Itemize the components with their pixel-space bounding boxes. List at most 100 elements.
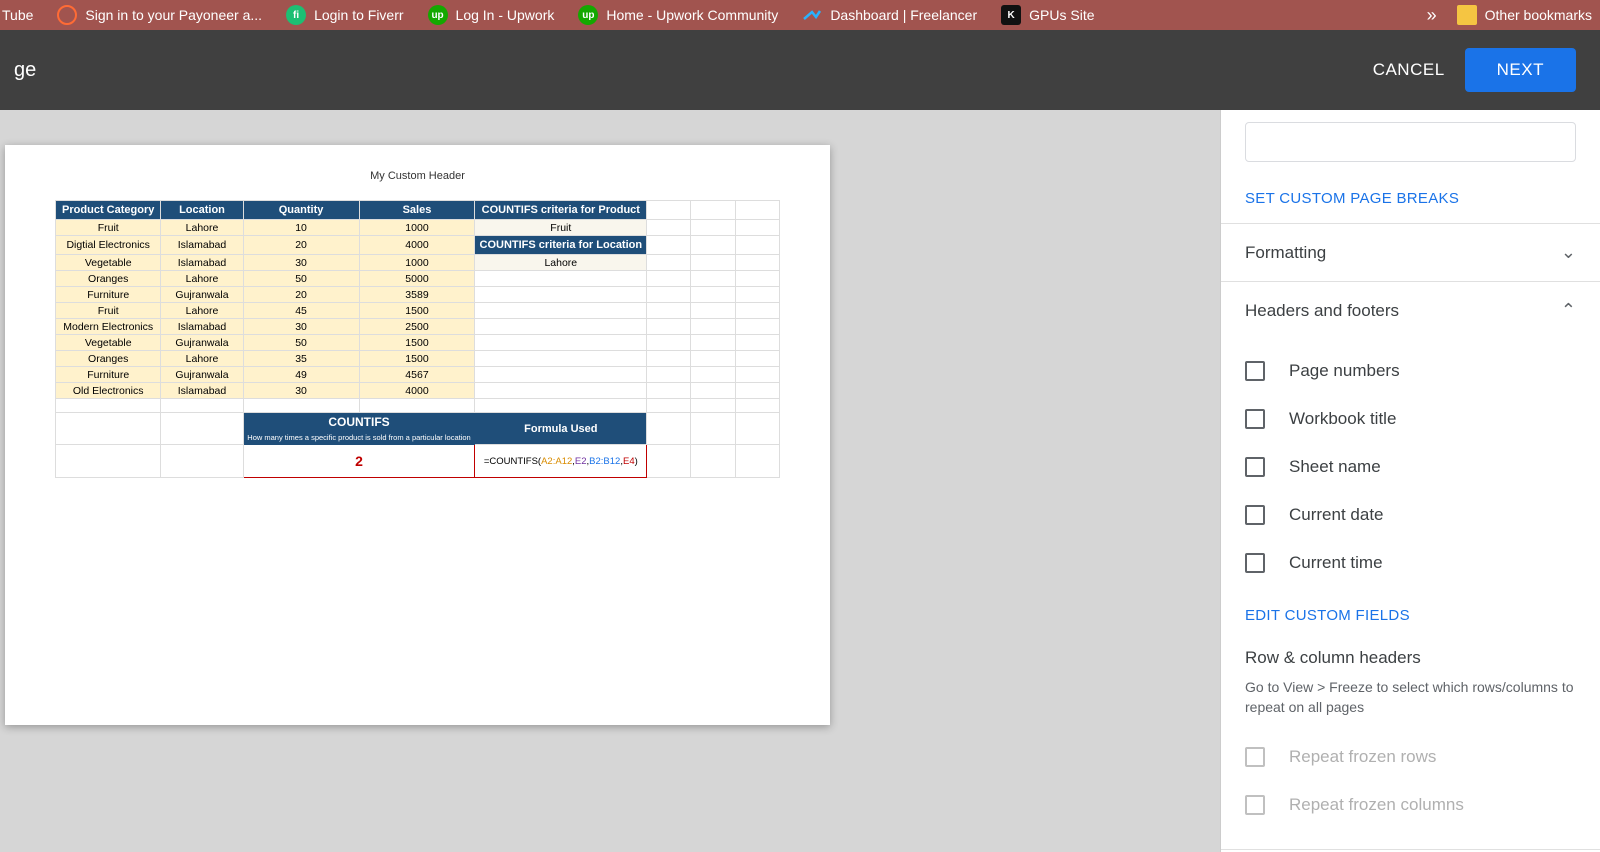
cell: 50 <box>243 335 359 351</box>
checkbox-label: Repeat frozen rows <box>1289 747 1436 767</box>
cell: Oranges <box>56 351 161 367</box>
checkbox-current-date[interactable]: Current date <box>1245 491 1576 539</box>
cell: 45 <box>243 303 359 319</box>
cell: 50 <box>243 271 359 287</box>
table-row: Old ElectronicsIslamabad304000 <box>56 383 780 399</box>
col-header: Product Category <box>56 201 161 220</box>
cell: 4000 <box>359 383 475 399</box>
checkbox-label: Page numbers <box>1289 361 1400 381</box>
cell: 1500 <box>359 351 475 367</box>
row-col-headers-title: Row & column headers <box>1245 648 1576 668</box>
countifs-title: COUNTIFS <box>244 413 475 431</box>
checkbox-label: Current date <box>1289 505 1384 525</box>
cell: Oranges <box>56 271 161 287</box>
main-area: My Custom Header Product Category Locati… <box>0 110 1600 852</box>
checkbox-current-time[interactable]: Current time <box>1245 539 1576 587</box>
countifs-header-row: COUNTIFS How many times a specific produ… <box>56 413 780 445</box>
col-header: Location <box>161 201 243 220</box>
formula-used-header: Formula Used <box>475 413 647 445</box>
chevron-down-icon: ⌄ <box>1561 242 1576 263</box>
checkbox-label: Workbook title <box>1289 409 1396 429</box>
cell: Furniture <box>56 287 161 303</box>
next-button[interactable]: NEXT <box>1465 48 1576 92</box>
page-preview: My Custom Header Product Category Locati… <box>5 145 830 725</box>
headers-footers-section-header[interactable]: Headers and footers ⌃ <box>1221 282 1600 339</box>
table-row: Modern ElectronicsIslamabad302500 <box>56 319 780 335</box>
formula-cell: =COUNTIFS(A2:A12,E2,B2:B12,E4) <box>475 445 647 478</box>
col-header: Quantity <box>243 201 359 220</box>
freelancer-icon <box>802 5 822 25</box>
cell: 2500 <box>359 319 475 335</box>
edit-custom-fields-link[interactable]: EDIT CUSTOM FIELDS <box>1245 587 1576 632</box>
checkbox-sheet-name[interactable]: Sheet name <box>1245 443 1576 491</box>
bookmark-other[interactable]: Other bookmarks <box>1457 5 1592 25</box>
countifs-subtitle: How many times a specific product is sol… <box>244 431 475 444</box>
upwork-icon: up <box>428 5 448 25</box>
checkbox-icon <box>1245 747 1265 767</box>
toolbar-actions: CANCEL NEXT <box>1373 48 1576 92</box>
bookmark-upwork-community[interactable]: up Home - Upwork Community <box>578 5 778 25</box>
bookmark-overflow-icon[interactable]: » <box>1427 5 1437 26</box>
formula-row: 2 =COUNTIFS(A2:A12,E2,B2:B12,E4) <box>56 445 780 478</box>
settings-input[interactable] <box>1245 122 1576 162</box>
bookmark-label: Dashboard | Freelancer <box>830 7 977 23</box>
set-page-breaks-link[interactable]: SET CUSTOM PAGE BREAKS <box>1221 174 1600 223</box>
checkbox-icon <box>1245 361 1265 381</box>
table-row: Digtial Electronics Islamabad 20 4000 CO… <box>56 236 780 255</box>
cell: Islamabad <box>161 383 243 399</box>
table-header-row: Product Category Location Quantity Sales… <box>56 201 780 220</box>
cell: 4567 <box>359 367 475 383</box>
bookmark-upwork-login[interactable]: up Log In - Upwork <box>428 5 555 25</box>
cell: 1500 <box>359 335 475 351</box>
bookmark-fiverr[interactable]: fi Login to Fiverr <box>286 5 403 25</box>
table-row: Fruit Lahore 10 1000 Fruit <box>56 220 780 236</box>
bookmark-label: Sign in to your Payoneer a... <box>85 7 262 23</box>
chevron-up-icon: ⌃ <box>1561 300 1576 321</box>
cell: Fruit <box>56 303 161 319</box>
criteria-product-cell: Fruit <box>475 220 647 236</box>
empty-cell <box>735 201 779 220</box>
bookmark-payoneer[interactable]: Sign in to your Payoneer a... <box>57 5 262 25</box>
cancel-button[interactable]: CANCEL <box>1373 60 1445 80</box>
headers-footers-body: Page numbers Workbook title Sheet name C… <box>1221 339 1600 849</box>
custom-header: My Custom Header <box>55 170 780 182</box>
cell: 1000 <box>359 220 475 236</box>
toolbar-title: ge <box>14 59 36 82</box>
checkbox-repeat-frozen-cols: Repeat frozen columns <box>1245 781 1576 829</box>
cell: Digtial Electronics <box>56 236 161 255</box>
bookmark-label: Log In - Upwork <box>456 7 555 23</box>
cell: Vegetable <box>56 255 161 271</box>
cell: Lahore <box>161 351 243 367</box>
table-row: OrangesLahore505000 <box>56 271 780 287</box>
table-row: FurnitureGujranwala203589 <box>56 287 780 303</box>
cell: Vegetable <box>56 335 161 351</box>
checkbox-repeat-frozen-rows: Repeat frozen rows <box>1245 733 1576 781</box>
bookmark-label: Login to Fiverr <box>314 7 403 23</box>
bookmark-gpus[interactable]: K GPUs Site <box>1001 5 1094 25</box>
cell: 4000 <box>359 236 475 255</box>
formatting-section-header[interactable]: Formatting ⌄ <box>1221 224 1600 281</box>
cell: Lahore <box>161 303 243 319</box>
bookmark-tube[interactable]: Tube <box>2 7 33 23</box>
cell: Islamabad <box>161 319 243 335</box>
print-toolbar: ge CANCEL NEXT <box>0 30 1600 110</box>
empty-row <box>56 399 780 413</box>
cell: 35 <box>243 351 359 367</box>
checkbox-page-numbers[interactable]: Page numbers <box>1245 347 1576 395</box>
checkbox-icon <box>1245 795 1265 815</box>
col-header: Sales <box>359 201 475 220</box>
fiverr-icon: fi <box>286 5 306 25</box>
col-header: COUNTIFS criteria for Product <box>475 201 647 220</box>
section-title: Formatting <box>1245 243 1326 263</box>
bookmark-label: Home - Upwork Community <box>606 7 778 23</box>
checkbox-workbook-title[interactable]: Workbook title <box>1245 395 1576 443</box>
bookmark-label: Other bookmarks <box>1485 7 1592 23</box>
checkbox-icon <box>1245 457 1265 477</box>
table-row: FurnitureGujranwala494567 <box>56 367 780 383</box>
checkbox-icon <box>1245 409 1265 429</box>
bookmark-freelancer[interactable]: Dashboard | Freelancer <box>802 5 977 25</box>
cell: 30 <box>243 319 359 335</box>
section-title: Headers and footers <box>1245 301 1399 321</box>
cell: 49 <box>243 367 359 383</box>
checkbox-label: Current time <box>1289 553 1383 573</box>
